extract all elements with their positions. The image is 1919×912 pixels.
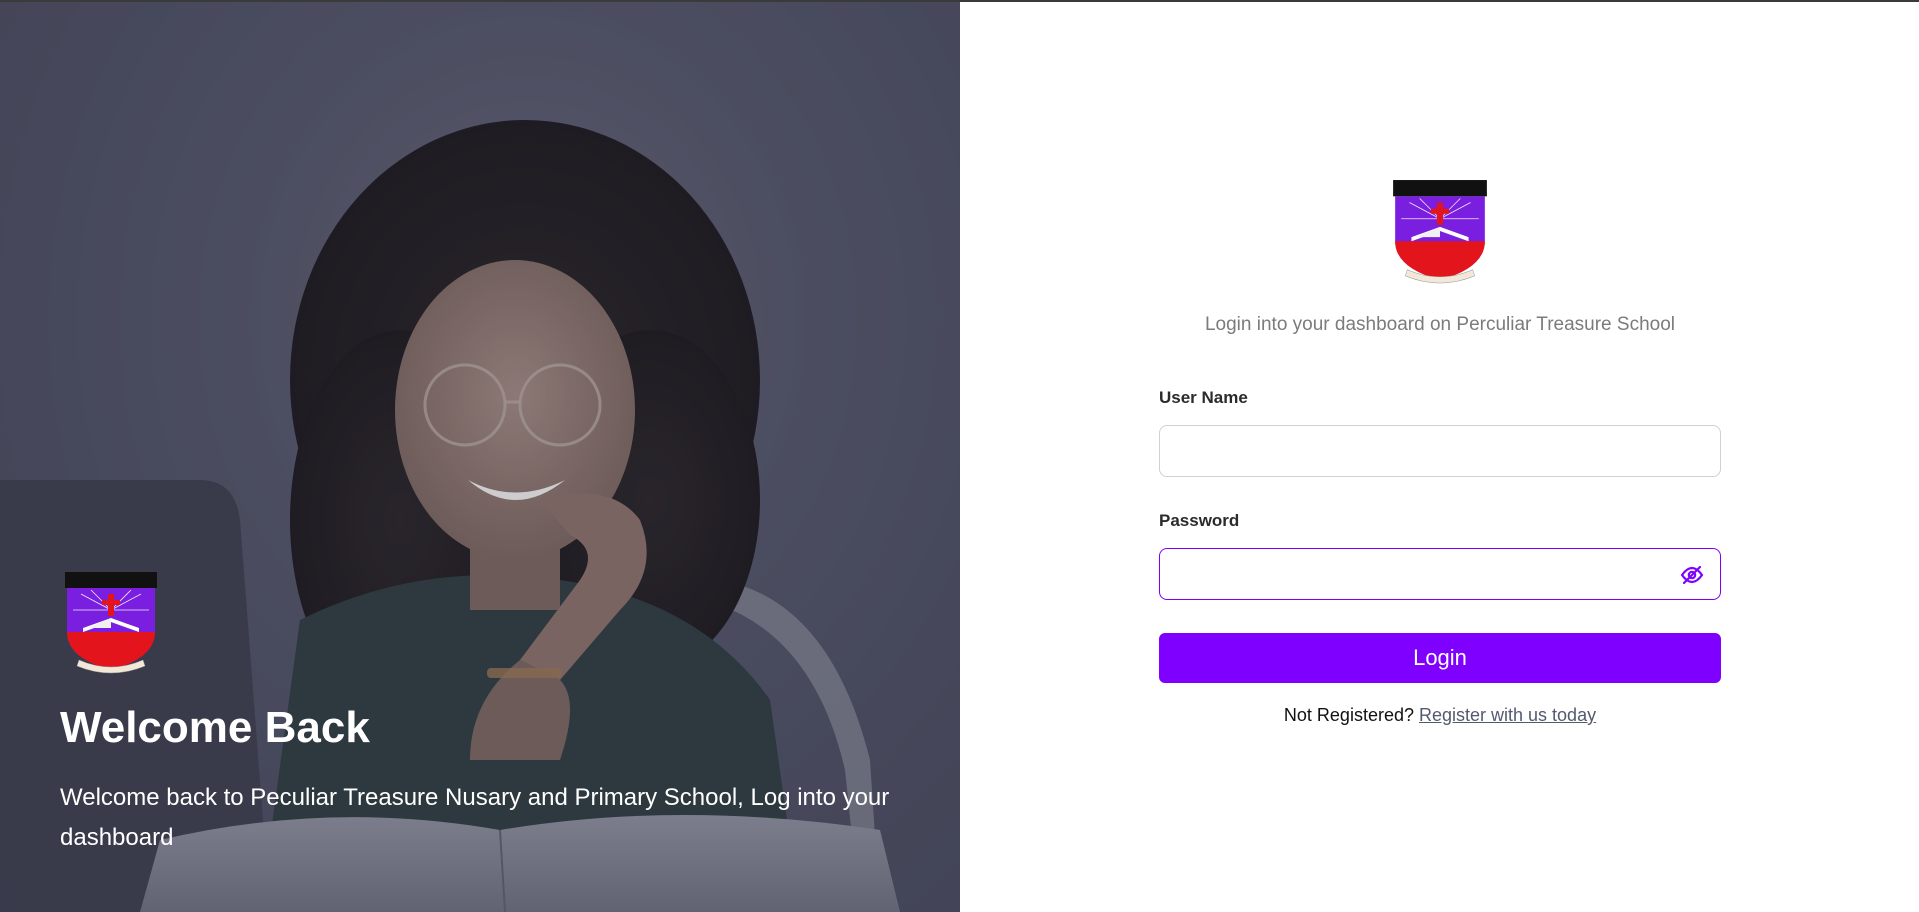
register-link[interactable]: Register with us today <box>1419 705 1596 725</box>
login-panel: Login into your dashboard on Perculiar T… <box>960 0 1919 912</box>
password-input[interactable] <box>1160 549 1720 599</box>
username-label: User Name <box>1159 388 1248 407</box>
password-label: Password <box>1159 511 1240 530</box>
top-divider <box>0 0 1919 2</box>
login-form: Login into your dashboard on Perculiar T… <box>1159 178 1721 726</box>
login-button[interactable]: Login <box>1159 633 1721 683</box>
register-row: Not Registered? Register with us today <box>1159 705 1721 726</box>
hero-panel: Welcome Back Welcome back to Peculiar Tr… <box>0 0 960 912</box>
login-subtitle: Login into your dashboard on Perculiar T… <box>1204 314 1675 335</box>
hero-title: Welcome Back <box>60 703 370 752</box>
username-input[interactable] <box>1160 426 1720 476</box>
hero-content: Welcome Back Welcome back to Peculiar Tr… <box>60 570 900 858</box>
password-field-wrapper <box>1159 548 1721 600</box>
not-registered-text: Not Registered? <box>1283 705 1414 725</box>
hero-description: Welcome back to Peculiar Treasure Nusary… <box>60 784 890 852</box>
username-field-wrapper <box>1159 425 1721 477</box>
school-crest-logo <box>1393 180 1487 284</box>
school-crest-logo <box>65 572 157 674</box>
eye-off-icon[interactable] <box>1678 561 1706 589</box>
login-page: Welcome Back Welcome back to Peculiar Tr… <box>0 0 1919 912</box>
